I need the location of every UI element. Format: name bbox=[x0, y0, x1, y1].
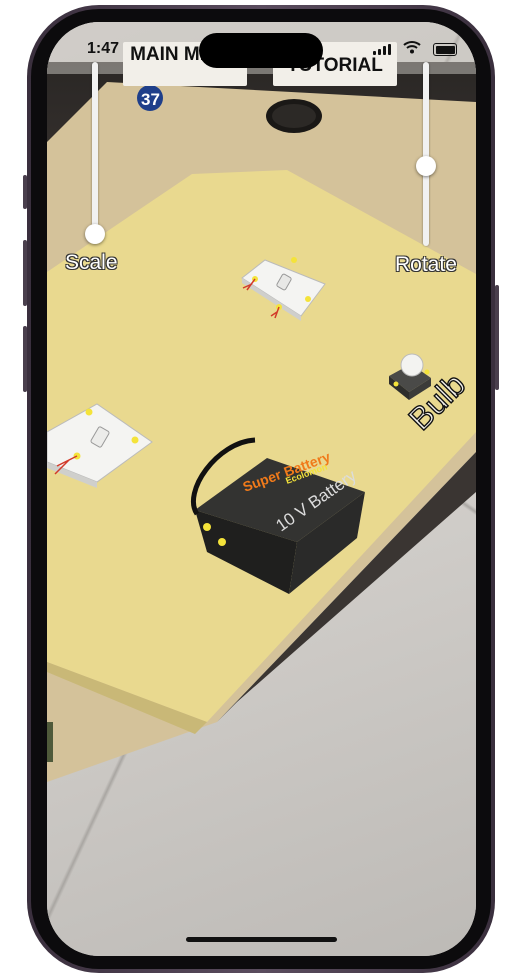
scale-slider-track[interactable] bbox=[92, 62, 98, 238]
cellular-signal-icon bbox=[373, 44, 391, 55]
side-button-left-3 bbox=[23, 326, 27, 392]
battery-icon bbox=[433, 43, 457, 56]
ar-screen[interactable]: 37 Bulb Super Battery Ecolomon 10 V Batt… bbox=[47, 22, 476, 956]
dynamic-island bbox=[199, 33, 323, 68]
home-indicator[interactable] bbox=[186, 937, 337, 942]
ar-scene: 37 Bulb Super Battery Ecolomon 10 V Batt… bbox=[47, 82, 476, 782]
wifi-icon bbox=[403, 41, 421, 54]
scale-label: Scale bbox=[65, 251, 118, 274]
status-time: 1:47 bbox=[87, 40, 120, 57]
rotate-label: Rotate bbox=[395, 253, 457, 276]
rotate-slider-knob[interactable] bbox=[416, 156, 436, 176]
side-button-left-1 bbox=[23, 175, 27, 209]
rotate-slider-track[interactable] bbox=[423, 62, 429, 246]
plant-stem bbox=[47, 722, 53, 762]
marker-number: 37 bbox=[141, 90, 160, 109]
scale-slider-knob[interactable] bbox=[85, 224, 105, 244]
side-button-right bbox=[495, 285, 499, 390]
side-button-left-2 bbox=[23, 240, 27, 306]
